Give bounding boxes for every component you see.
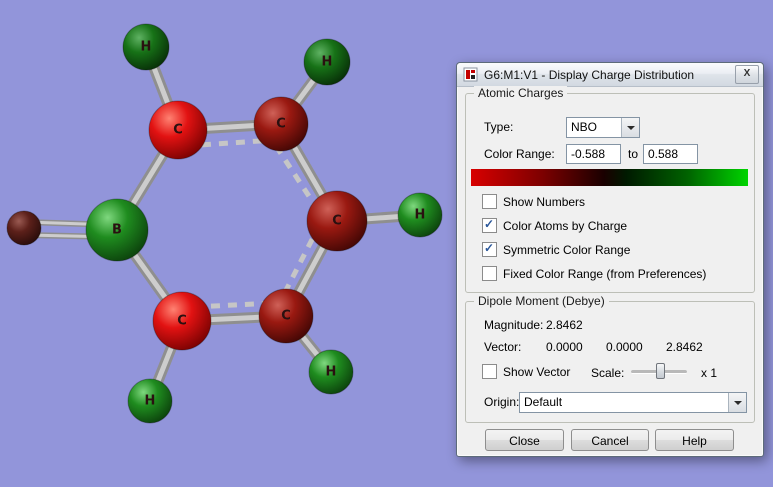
cancel-button[interactable]: Cancel xyxy=(571,429,649,451)
color-range-label: Color Range: xyxy=(484,147,555,161)
atom-label: H xyxy=(415,208,426,223)
symmetric-range-row[interactable]: Symmetric Color Range xyxy=(482,241,631,257)
dialog-title: G6:M1:V1 - Display Charge Distribution xyxy=(484,67,695,82)
color-atoms-checkbox[interactable] xyxy=(482,217,497,233)
color-atoms-row[interactable]: Color Atoms by Charge xyxy=(482,217,628,233)
magnitude-value: 2.8462 xyxy=(546,318,583,332)
atom-label: C xyxy=(281,309,291,324)
chevron-down-icon[interactable] xyxy=(728,393,746,412)
app-canvas: H H C C B C H C C H H G6:M1:V1 - Display Charge Di… xyxy=(0,0,773,487)
atom-label: C xyxy=(332,214,342,229)
symmetric-range-checkbox[interactable] xyxy=(482,241,497,257)
origin-label: Origin: xyxy=(484,395,520,409)
show-numbers-checkbox[interactable] xyxy=(482,194,497,209)
show-vector-label: Show Vector xyxy=(503,364,571,379)
symmetric-range-label: Symmetric Color Range xyxy=(503,242,631,257)
show-vector-row[interactable]: Show Vector xyxy=(482,364,570,379)
atom-label: H xyxy=(145,394,156,409)
origin-dropdown[interactable]: Default xyxy=(519,392,747,413)
scale-slider[interactable] xyxy=(631,362,687,380)
scale-slider-thumb[interactable] xyxy=(656,363,666,379)
atom-label: H xyxy=(141,40,152,55)
dialog-body: Atomic Charges Type: NBO Color Range: to… xyxy=(457,86,763,456)
dialog-titlebar[interactable]: G6:M1:V1 - Display Charge Distribution X xyxy=(457,63,763,87)
vector-z-value: 2.8462 xyxy=(666,340,703,354)
show-vector-checkbox[interactable] xyxy=(482,364,497,379)
vector-y-value: 0.0000 xyxy=(606,340,643,354)
color-range-min-input[interactable] xyxy=(566,144,621,164)
type-dropdown[interactable]: NBO xyxy=(566,117,640,138)
close-icon[interactable]: X xyxy=(735,65,759,84)
atom-label: H xyxy=(322,55,333,70)
show-numbers-label: Show Numbers xyxy=(503,194,586,209)
atom-label: C xyxy=(177,314,187,329)
chevron-down-icon[interactable] xyxy=(621,118,639,137)
atom-label: C xyxy=(173,123,183,138)
vector-label: Vector: xyxy=(484,340,522,354)
magnitude-label: Magnitude: xyxy=(484,318,544,332)
color-range-to-label: to xyxy=(628,147,639,161)
color-atoms-label: Color Atoms by Charge xyxy=(503,218,628,233)
help-button[interactable]: Help xyxy=(655,429,734,451)
charge-color-gradient-bar xyxy=(471,169,748,186)
close-button[interactable]: Close xyxy=(485,429,564,451)
atom-label: H xyxy=(326,365,337,380)
atom-label: B xyxy=(112,223,122,238)
fixed-range-checkbox[interactable] xyxy=(482,266,497,281)
origin-dropdown-value: Default xyxy=(524,395,563,409)
atom-sphere[interactable] xyxy=(6,210,42,246)
type-dropdown-value: NBO xyxy=(571,120,598,134)
dipole-moment-group-label: Dipole Moment (Debye) xyxy=(474,294,609,308)
atom-label: C xyxy=(276,117,286,132)
type-label: Type: xyxy=(484,120,514,134)
dialog-charge-distribution: G6:M1:V1 - Display Charge Distribution X… xyxy=(456,62,764,457)
atomic-charges-group-label: Atomic Charges xyxy=(474,86,568,100)
scale-factor-value: x 1 xyxy=(701,366,718,380)
fixed-range-label: Fixed Color Range (from Preferences) xyxy=(503,266,707,281)
show-numbers-row[interactable]: Show Numbers xyxy=(482,194,585,209)
dialog-icon xyxy=(463,67,478,82)
fixed-range-row[interactable]: Fixed Color Range (from Preferences) xyxy=(482,266,706,281)
vector-x-value: 0.0000 xyxy=(546,340,583,354)
scale-label: Scale: xyxy=(591,366,625,380)
color-range-max-input[interactable] xyxy=(643,144,698,164)
